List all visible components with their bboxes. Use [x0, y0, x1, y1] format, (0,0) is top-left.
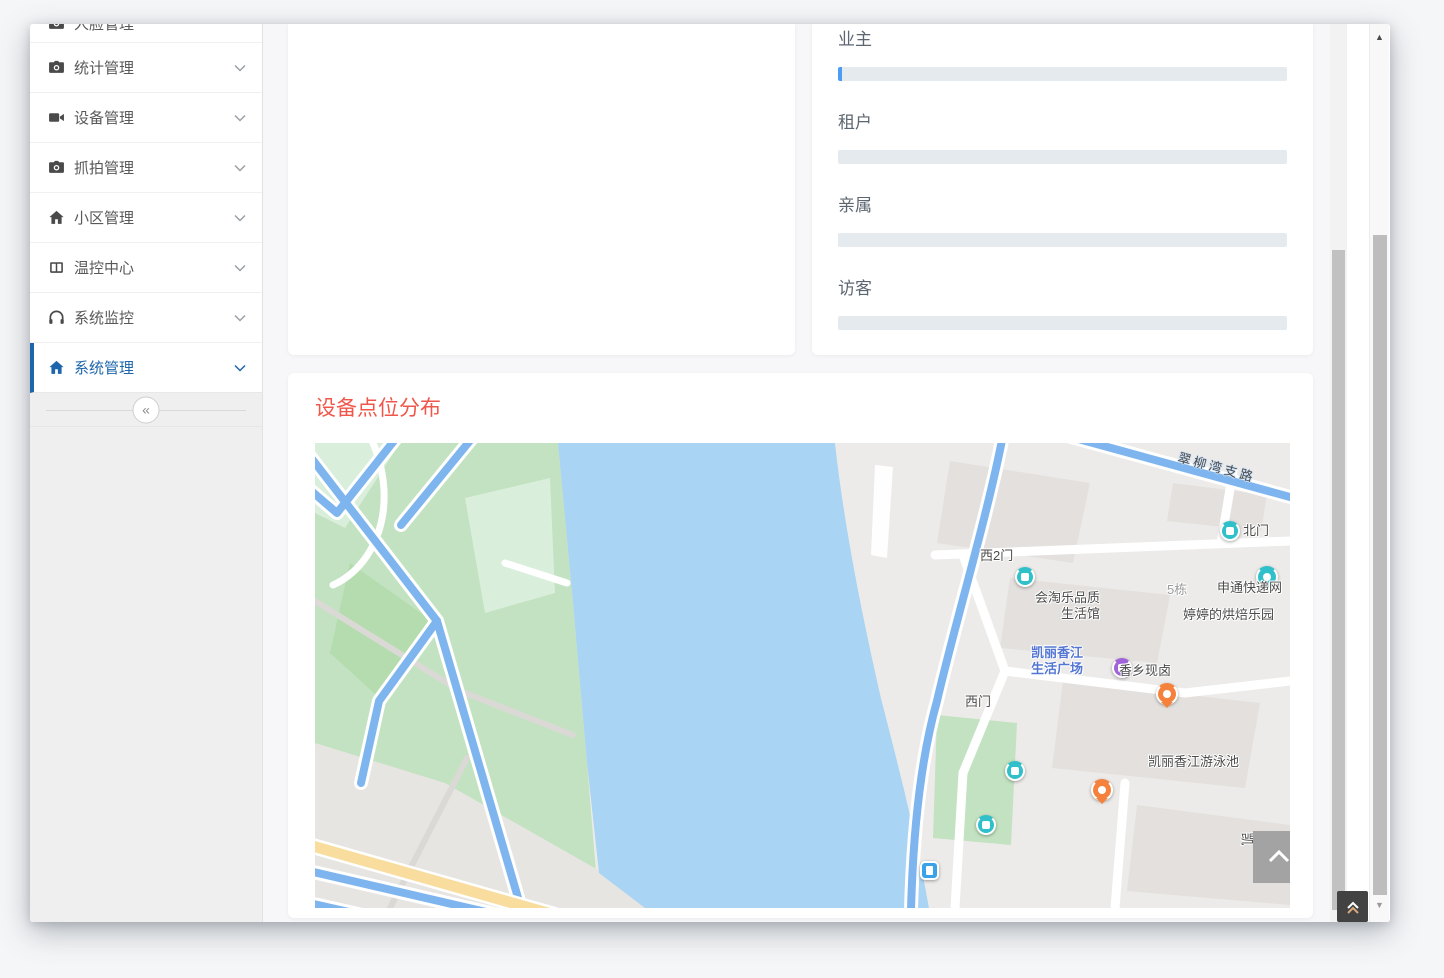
chevron-down-icon — [234, 264, 246, 272]
columns-icon — [48, 259, 65, 276]
sidebar-empty-area — [30, 427, 262, 922]
poi-food-marker[interactable] — [1091, 779, 1113, 801]
person-stats-panel: 业主 租户 亲属 访客 — [812, 24, 1313, 355]
stat-row: 亲属 — [838, 195, 1287, 247]
inner-scrollbar-thumb[interactable] — [1332, 250, 1345, 910]
poi-express-label: 申通快递网 — [1217, 580, 1282, 596]
sidebar-item-label: 统计管理 — [74, 57, 134, 78]
progress-fill — [838, 67, 842, 81]
poi-west-gate2-label: 西2门 — [980, 548, 1013, 564]
chevron-down-icon — [234, 114, 246, 122]
stat-row: 业主 — [838, 29, 1287, 81]
camera-icon — [48, 24, 65, 32]
sidebar-item-devices[interactable]: 设备管理 — [30, 93, 262, 143]
poi-west-gate2-marker[interactable] — [1015, 567, 1035, 587]
poi-plaza-label: 凯丽香江 生活广场 — [1031, 645, 1083, 677]
scroll-down-arrow[interactable]: ▼ — [1370, 900, 1389, 910]
poi-food-label: 香乡现卤 — [1119, 663, 1171, 679]
stat-label: 业主 — [838, 29, 1287, 51]
sidebar-item-community[interactable]: 小区管理 — [30, 193, 262, 243]
app-window: 人脸管理 统计管理 设备管理 抓拍管理 小区管理 温控中心 — [30, 24, 1390, 922]
poi-north-gate-label: 北门 — [1243, 523, 1269, 539]
sidebar-item-system-mgmt[interactable]: 系统管理 — [30, 343, 262, 393]
map-panel-title: 设备点位分布 — [315, 395, 1313, 423]
sidebar-item-label: 温控中心 — [74, 257, 134, 278]
chevron-down-icon — [234, 64, 246, 72]
sidebar-item-label: 系统管理 — [74, 357, 134, 378]
chevron-down-icon — [234, 314, 246, 322]
video-camera-icon — [48, 109, 65, 126]
chevron-down-icon — [234, 164, 246, 172]
camera-icon — [48, 159, 65, 176]
poi-bakery-marker[interactable] — [1156, 683, 1178, 705]
inner-scrollbar[interactable] — [1330, 24, 1347, 922]
poi-west-gate-marker[interactable] — [976, 815, 996, 835]
poi-north-gate-marker[interactable] — [1220, 521, 1240, 541]
sidebar-item-label: 设备管理 — [74, 107, 134, 128]
scroll-up-arrow[interactable]: ▲ — [1370, 32, 1389, 42]
stat-row: 租户 — [838, 112, 1287, 164]
sidebar-item-label: 人脸管理 — [74, 24, 134, 34]
sidebar-item-capture[interactable]: 抓拍管理 — [30, 143, 262, 193]
home-icon — [48, 209, 65, 226]
map-container[interactable]: 翠柳湾支路 北门 申通快递网 西2门 5栋 会淘乐品质 生活馆 婷婷的烘焙乐园 … — [315, 443, 1290, 908]
sidebar-item-label: 抓拍管理 — [74, 157, 134, 178]
home-icon — [48, 359, 65, 376]
chevron-down-icon — [234, 214, 246, 222]
chevron-double-left-icon: « — [142, 402, 150, 418]
sidebar-item-statistics[interactable]: 统计管理 — [30, 43, 262, 93]
content-panel-empty — [288, 24, 795, 355]
main-content: 业主 租户 亲属 访客 — [264, 24, 1330, 922]
chevron-down-icon — [234, 364, 246, 372]
progress-track — [838, 67, 1287, 81]
progress-track — [838, 233, 1287, 247]
chevron-up-icon — [1263, 841, 1290, 873]
stat-row: 访客 — [838, 278, 1287, 330]
map-back-to-top-button[interactable] — [1253, 831, 1290, 883]
sidebar-collapse-row: « — [30, 393, 262, 427]
sidebar-item-face-mgmt[interactable]: 人脸管理 — [30, 24, 262, 43]
progress-track — [838, 316, 1287, 330]
poi-shopping-label: 会淘乐品质 生活馆 — [1000, 590, 1100, 622]
poi-plaza-marker[interactable] — [1005, 761, 1025, 781]
progress-track — [838, 150, 1287, 164]
sidebar-item-label: 系统监控 — [74, 307, 134, 328]
double-chevron-up-icon — [1343, 897, 1363, 917]
poi-swimming-label: 凯丽香江游泳池 — [1148, 754, 1239, 770]
sidebar-item-temperature-center[interactable]: 温控中心 — [30, 243, 262, 293]
sidebar-item-system-monitor[interactable]: 系统监控 — [30, 293, 262, 343]
outer-scrollbar[interactable]: ▲ ▼ — [1369, 24, 1389, 922]
poi-bakery-label: 婷婷的烘焙乐园 — [1183, 607, 1274, 623]
stat-label: 租户 — [838, 112, 1287, 134]
poi-building5-label: 5栋 — [1167, 582, 1187, 598]
sidebar-item-label: 小区管理 — [74, 207, 134, 228]
device-map-panel: 设备点位分布 — [288, 373, 1313, 918]
stat-label: 亲属 — [838, 195, 1287, 217]
page-back-to-top-button[interactable] — [1337, 891, 1368, 922]
headphones-icon — [48, 309, 65, 326]
outer-scrollbar-thumb[interactable] — [1373, 235, 1387, 895]
sidebar: 人脸管理 统计管理 设备管理 抓拍管理 小区管理 温控中心 — [30, 24, 263, 922]
camera-icon — [48, 59, 65, 76]
bus-stop-icon[interactable] — [920, 861, 939, 880]
stat-label: 访客 — [838, 278, 1287, 300]
poi-west-gate-label: 西门 — [965, 694, 991, 710]
sidebar-collapse-button[interactable]: « — [133, 396, 160, 423]
